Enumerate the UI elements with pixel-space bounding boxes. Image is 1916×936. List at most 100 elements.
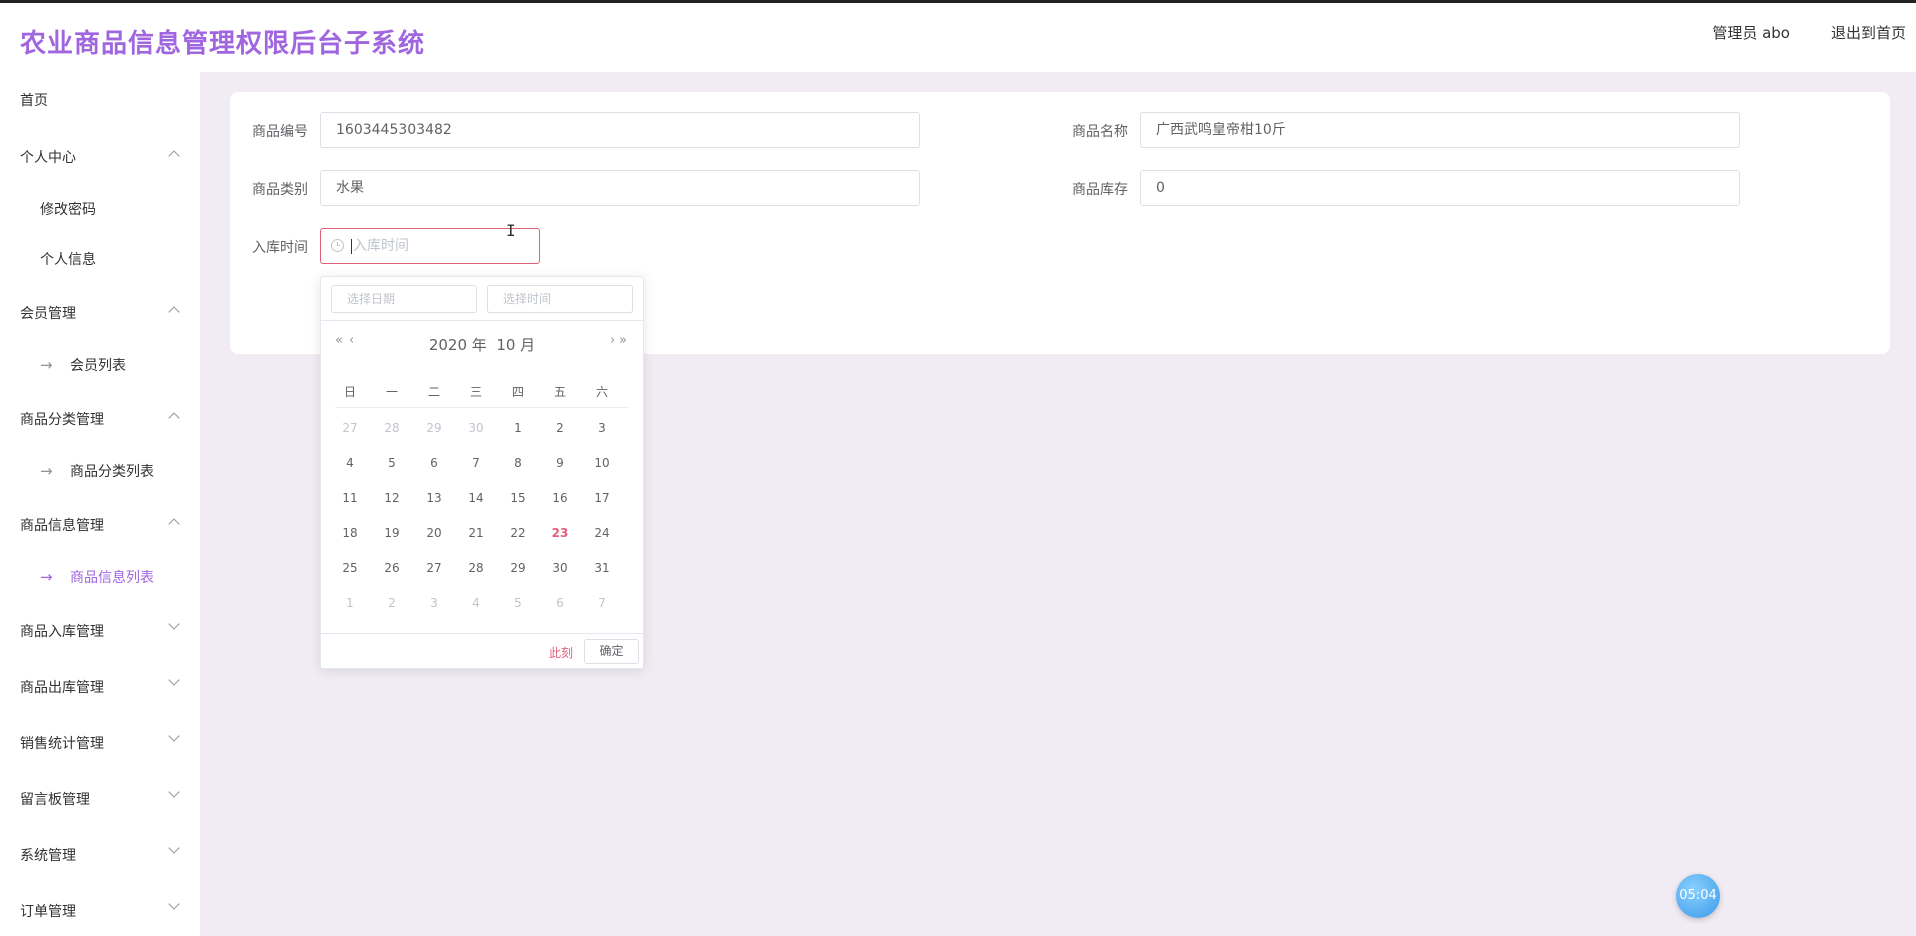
- sidebar-item-categories[interactable]: 商品分类管理: [0, 398, 200, 438]
- name-field[interactable]: 广西武鸣皇帝柑10斤: [1140, 112, 1740, 148]
- chevron-up-icon: [168, 412, 180, 424]
- calendar-day[interactable]: 2: [545, 418, 575, 438]
- weekday-header: 四: [511, 385, 524, 399]
- picker-year[interactable]: 2020 年: [429, 336, 487, 354]
- stock-field[interactable]: 0: [1140, 170, 1740, 206]
- sidebar-item-personal[interactable]: 个人中心: [0, 136, 200, 176]
- sidebar-item-category-list[interactable]: → 商品分类列表: [0, 450, 200, 490]
- calendar-day[interactable]: 27: [419, 558, 449, 578]
- calendar-day[interactable]: 1: [503, 418, 533, 438]
- weekday-header: 一: [385, 385, 398, 399]
- clock-icon: [331, 239, 344, 252]
- sidebar-item-sales[interactable]: 销售统计管理: [0, 722, 200, 762]
- picker-divider: [321, 320, 643, 321]
- calendar-day[interactable]: 6: [545, 593, 575, 613]
- sidebar-item-orders[interactable]: 订单管理: [0, 890, 200, 930]
- calendar-day[interactable]: 19: [377, 523, 407, 543]
- calendar-day[interactable]: 11: [335, 488, 365, 508]
- stock-label: 商品库存: [1072, 182, 1128, 198]
- category-field[interactable]: 水果: [320, 170, 920, 206]
- category-label: 商品类别: [252, 182, 308, 198]
- chevron-down-icon: [168, 842, 180, 854]
- sidebar-item-messages[interactable]: 留言板管理: [0, 778, 200, 818]
- calendar-day[interactable]: 18: [335, 523, 365, 543]
- calendar-day[interactable]: 28: [461, 558, 491, 578]
- datetime-picker-popup: 选择日期 选择时间 « ‹ 2020 年 10 月 › » 此刻 确定 日一二三…: [320, 276, 644, 669]
- calendar-day[interactable]: 22: [503, 523, 533, 543]
- picker-footer-divider: [321, 633, 643, 634]
- calendar-day[interactable]: 4: [335, 453, 365, 473]
- app-title: 农业商品信息管理权限后台子系统: [20, 29, 426, 59]
- calendar-day[interactable]: 15: [503, 488, 533, 508]
- admin-label: 管理员 abo: [1712, 24, 1790, 42]
- next-year-icon[interactable]: »: [619, 333, 627, 348]
- calendar-day[interactable]: 4: [461, 593, 491, 613]
- calendar-day[interactable]: 7: [587, 593, 617, 613]
- sidebar-item-profile[interactable]: 个人信息: [0, 238, 200, 278]
- code-label: 商品编号: [252, 124, 308, 140]
- sidebar-item-members[interactable]: 会员管理: [0, 292, 200, 332]
- next-month-icon[interactable]: ›: [610, 333, 615, 348]
- picker-month[interactable]: 10 月: [496, 336, 535, 354]
- code-field[interactable]: 1603445303482: [320, 112, 920, 148]
- calendar-day[interactable]: 12: [377, 488, 407, 508]
- calendar-day[interactable]: 27: [335, 418, 365, 438]
- name-label: 商品名称: [1072, 124, 1128, 140]
- calendar-day[interactable]: 30: [545, 558, 575, 578]
- arrow-right-icon: →: [40, 568, 53, 586]
- chevron-up-icon: [168, 306, 180, 318]
- calendar-day[interactable]: 1: [335, 593, 365, 613]
- calendar-day[interactable]: 6: [419, 453, 449, 473]
- calendar-day[interactable]: 7: [461, 453, 491, 473]
- calendar-day[interactable]: 23: [545, 523, 575, 543]
- calendar-day[interactable]: 9: [545, 453, 575, 473]
- calendar-day[interactable]: 17: [587, 488, 617, 508]
- calendar-day[interactable]: 24: [587, 523, 617, 543]
- weekday-header: 三: [469, 385, 482, 399]
- calendar-day[interactable]: 14: [461, 488, 491, 508]
- calendar-day[interactable]: 30: [461, 418, 491, 438]
- calendar-day[interactable]: 29: [419, 418, 449, 438]
- calendar-day[interactable]: 26: [377, 558, 407, 578]
- chevron-down-icon: [168, 730, 180, 742]
- sidebar-item-system[interactable]: 系统管理: [0, 834, 200, 874]
- sidebar-item-goods-list[interactable]: → 商品信息列表: [0, 556, 200, 596]
- calendar-day[interactable]: 29: [503, 558, 533, 578]
- now-button[interactable]: 此刻: [549, 644, 573, 661]
- calendar-day[interactable]: 2: [377, 593, 407, 613]
- weekday-header: 日: [343, 385, 356, 399]
- sidebar-item-home[interactable]: 首页: [0, 79, 200, 119]
- picker-header: 2020 年 10 月: [321, 334, 643, 355]
- weekday-divider: [335, 407, 629, 408]
- timer-badge[interactable]: 05:04: [1676, 874, 1720, 918]
- ibeam-cursor-icon: I: [506, 221, 516, 240]
- calendar-day[interactable]: 5: [377, 453, 407, 473]
- calendar-day[interactable]: 16: [545, 488, 575, 508]
- calendar-day[interactable]: 21: [461, 523, 491, 543]
- calendar-day[interactable]: 28: [377, 418, 407, 438]
- sidebar-item-stock-in[interactable]: 商品入库管理: [0, 610, 200, 650]
- sidebar: 首页 个人中心 修改密码 个人信息 会员管理 → 会员列表 商品分类管理 → 商品分…: [0, 72, 200, 936]
- calendar-day[interactable]: 31: [587, 558, 617, 578]
- calendar-day[interactable]: 20: [419, 523, 449, 543]
- picker-date-input[interactable]: 选择日期: [331, 285, 477, 313]
- calendar-day[interactable]: 13: [419, 488, 449, 508]
- top-header: 农业商品信息管理权限后台子系统 管理员 abo 退出到首页: [0, 0, 1916, 72]
- picker-time-input[interactable]: 选择时间: [487, 285, 633, 313]
- calendar-day[interactable]: 5: [503, 593, 533, 613]
- sidebar-item-stock-out[interactable]: 商品出库管理: [0, 666, 200, 706]
- sidebar-item-change-password[interactable]: 修改密码: [0, 188, 200, 228]
- chevron-down-icon: [168, 786, 180, 798]
- calendar-day[interactable]: 8: [503, 453, 533, 473]
- weekday-header: 六: [595, 385, 608, 399]
- sidebar-item-member-list[interactable]: → 会员列表: [0, 344, 200, 384]
- calendar-day[interactable]: 3: [419, 593, 449, 613]
- calendar-day[interactable]: 10: [587, 453, 617, 473]
- sidebar-item-goods[interactable]: 商品信息管理: [0, 504, 200, 544]
- confirm-button[interactable]: 确定: [584, 639, 639, 664]
- logout-link[interactable]: 退出到首页: [1831, 22, 1906, 43]
- intime-label: 入库时间: [252, 240, 308, 256]
- weekday-header: 五: [553, 385, 566, 399]
- calendar-day[interactable]: 3: [587, 418, 617, 438]
- calendar-day[interactable]: 25: [335, 558, 365, 578]
